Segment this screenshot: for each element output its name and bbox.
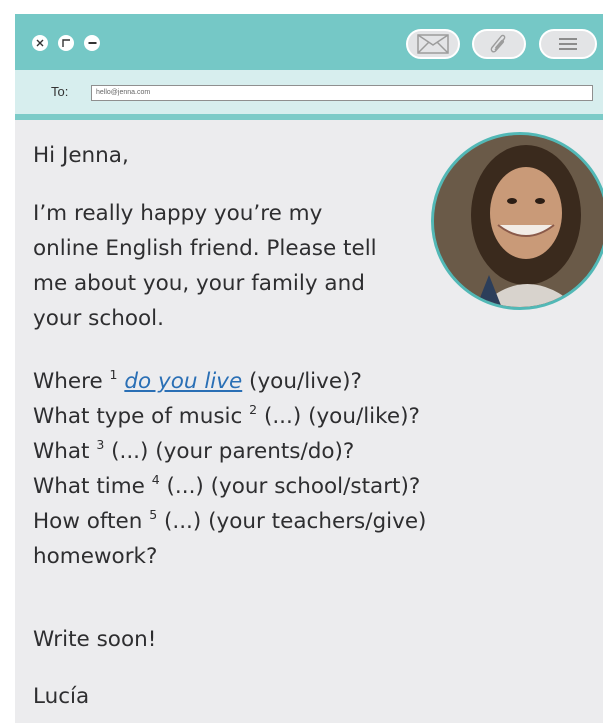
question-hint: (your school/start)? [203,474,421,499]
answer-gap[interactable]: (...) [111,439,148,464]
menu-icon[interactable] [539,29,597,59]
intro-line: your school. [33,306,164,331]
question-hint: (your parents/do)? [148,439,355,464]
intro-line: me about you, your family and [33,271,365,296]
question-number: 4 [151,471,160,487]
question-line: Where 1 do you live (you/live)? [33,364,426,399]
question-text: What [33,439,97,464]
message-greeting: Hi Jenna, [33,143,129,168]
maximize-icon[interactable] [58,35,74,51]
question-text: Where [33,369,110,394]
message-intro: I’m really happy you’re my online Englis… [33,196,377,336]
question-line: How often 5 (...) (your teachers/give) [33,504,426,539]
to-field[interactable]: hello@jenna.com [91,85,593,101]
message-signature: Lucía [33,684,90,709]
question-hint: (you/live)? [242,369,362,394]
question-hint: (you/like)? [301,404,420,429]
question-hint: (your teachers/give) [201,509,427,534]
question-text: What type of music [33,404,250,429]
question-line: What type of music 2 (...) (you/like)? [33,399,426,434]
header-divider [15,114,603,120]
message-closing: Write soon! [33,627,157,652]
intro-line: online English friend. Please tell [33,236,377,261]
email-window: To: hello@jenna.com Hi Jenna, I’m really… [15,14,603,723]
intro-line: I’m really happy you’re my [33,201,323,226]
question-number: 3 [96,436,105,452]
profile-photo [431,132,603,310]
question-text: How often [33,509,150,534]
message-questions: Where 1 do you live (you/live)? What typ… [33,364,426,574]
question-number: 1 [109,366,118,382]
paperclip-icon[interactable] [472,29,526,59]
close-icon[interactable] [32,35,48,51]
answer-gap[interactable]: do you live [124,369,242,394]
answer-gap[interactable]: (...) [164,509,201,534]
to-label: To: [51,84,69,99]
question-text: What time [33,474,152,499]
title-bar [15,14,603,70]
minimize-icon[interactable] [84,35,100,51]
answer-gap[interactable]: (...) [264,404,301,429]
question-number: 5 [149,506,158,522]
question-number: 2 [249,401,258,417]
question-line: What 3 (...) (your parents/do)? [33,434,426,469]
question-line: homework? [33,544,158,569]
envelope-icon[interactable] [406,29,460,59]
question-line: What time 4 (...) (your school/start)? [33,469,426,504]
answer-gap[interactable]: (...) [167,474,204,499]
